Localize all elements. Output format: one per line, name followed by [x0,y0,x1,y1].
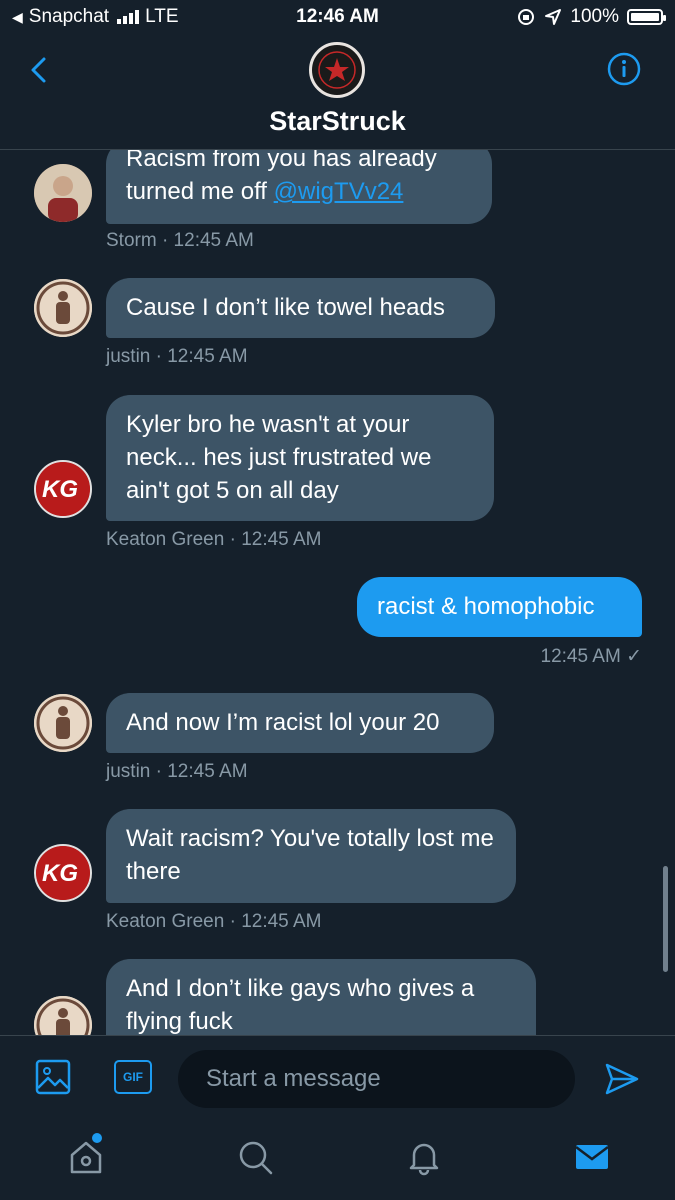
image-icon[interactable] [34,1058,72,1096]
messages-mail-icon[interactable] [572,1137,612,1177]
avatar-justin[interactable] [34,694,92,752]
basketball-player-icon [34,996,92,1035]
status-bar: ◀ Snapchat LTE 12:46 AM 100% [0,0,675,36]
notifications-bell-icon[interactable] [404,1137,444,1177]
back-chevron-icon[interactable] [24,54,56,86]
message-bubble[interactable]: And now I’m racist lol your 20 [106,693,494,753]
conversation-title[interactable]: StarStruck [0,106,675,137]
message-input[interactable] [178,1050,575,1108]
person-photo-icon [34,164,92,222]
kg-initials: KG [42,476,78,503]
gif-icon[interactable]: GIF [114,1060,152,1094]
kg-initials: KG [42,860,78,887]
message-text: Cause I don’t like towel heads [126,294,445,321]
message-bubble[interactable]: Cause I don’t like towel heads [106,278,495,338]
message-bubble[interactable]: Racism from you has already turned me of… [106,150,492,224]
message-meta: justin · 12:45 AM [106,761,248,782]
mention-link[interactable]: @wigTVv24 [274,178,404,205]
conversation-header: StarStruck [0,36,675,150]
kg-logo-icon: KG [36,846,90,900]
avatar-keaton-green[interactable]: KG [34,460,92,518]
message-text: racist & homophobic [377,593,595,620]
message-meta: justin · 12:45 AM [106,346,248,367]
location-arrow-icon [545,9,562,25]
orientation-lock-icon [518,9,535,25]
message-text: Kyler bro he wasn't at your neck... hes … [126,411,432,504]
message-meta: Keaton Green · 12:45 AM [106,529,322,550]
message-composer: GIF [0,1035,675,1121]
starstruck-logo-icon [315,48,359,92]
basketball-player-icon [34,279,92,337]
avatar-storm[interactable] [34,164,92,222]
kg-logo-icon: KG [36,462,90,516]
status-right: 100% [516,6,666,28]
message-meta: Keaton Green · 12:45 AM [106,911,322,932]
bottom-tab-bar [0,1121,675,1200]
message-bubble-outgoing[interactable]: racist & homophobic [357,577,642,637]
message-text: And now I’m racist lol your 20 [126,709,440,736]
message-text: Wait racism? You've totally lost me ther… [126,825,494,885]
scrollbar[interactable] [663,866,668,972]
group-avatar[interactable] [309,42,365,98]
message-meta-read-check: 12:45 AM ✓ [540,646,642,667]
message-meta: Storm · 12:45 AM [106,230,254,251]
message-bubble[interactable]: Kyler bro he wasn't at your neck... hes … [106,395,494,521]
battery-icon [627,9,666,25]
message-bubble[interactable]: Wait racism? You've totally lost me ther… [106,809,516,903]
avatar-justin[interactable] [34,996,92,1035]
battery-percent: 100% [570,6,619,27]
avatar-justin[interactable] [34,279,92,337]
notification-dot [92,1133,102,1143]
home-icon[interactable] [66,1137,106,1177]
info-icon[interactable] [607,52,641,86]
basketball-player-icon [34,694,92,752]
message-list[interactable]: Racism from you has already turned me of… [0,150,675,1035]
avatar-keaton-green[interactable]: KG [34,844,92,902]
send-icon[interactable] [603,1060,641,1098]
message-bubble[interactable]: And I don’t like gays who gives a flying… [106,959,536,1035]
search-icon[interactable] [235,1137,275,1177]
message-text: And I don’t like gays who gives a flying… [126,975,475,1035]
